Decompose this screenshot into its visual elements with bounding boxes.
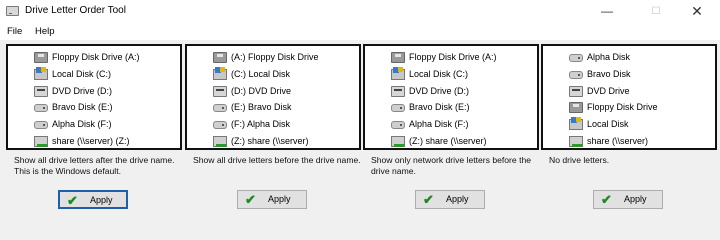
checkmark-icon: ✔ — [67, 193, 78, 208]
drive-label: (Z:) share (\\server) — [231, 136, 309, 146]
floppy-icon — [569, 102, 583, 114]
disk-icon — [569, 70, 583, 79]
drive-label: DVD Drive — [587, 85, 630, 96]
floppy-icon — [34, 52, 48, 63]
minimize-button[interactable]: — — [592, 2, 622, 21]
option-description: Show all drive letters after the drive n… — [14, 155, 175, 176]
network-share-icon — [391, 136, 405, 147]
drive-label: Floppy Disk Drive (A:) — [52, 52, 140, 62]
drive-label: Local Disk — [587, 119, 629, 130]
maximize-button[interactable]: ☐ — [641, 2, 671, 21]
checkmark-icon: ✔ — [245, 192, 256, 207]
apply-button[interactable]: ✔ Apply — [237, 190, 307, 209]
drive-label: (D:) DVD Drive — [231, 85, 291, 96]
floppy-icon — [391, 52, 405, 63]
apply-button-label: Apply — [268, 194, 291, 204]
drive-label: Bravo Disk — [587, 68, 631, 79]
apply-button-label: Apply — [90, 195, 113, 205]
apply-button[interactable]: ✔ Apply — [593, 190, 663, 209]
dvd-drive-icon — [213, 85, 227, 97]
drive-label: share (\\server) — [587, 136, 649, 146]
drive-label: DVD Drive (D:) — [52, 85, 112, 96]
local-disk-icon — [391, 66, 405, 80]
network-share-icon — [34, 136, 48, 147]
floppy-icon — [213, 52, 227, 63]
menu-help[interactable]: Help — [35, 26, 55, 37]
local-disk-icon — [213, 66, 227, 80]
option-description: No drive letters. — [549, 155, 610, 165]
menu-bar: File Help — [0, 24, 720, 40]
network-share-icon — [213, 136, 227, 147]
local-disk-icon — [34, 66, 48, 80]
disk-icon — [34, 104, 48, 113]
apply-button[interactable]: ✔ Apply — [415, 190, 485, 209]
disk-icon — [213, 104, 227, 113]
drive-label: Floppy Disk Drive (A:) — [409, 52, 497, 62]
network-share-icon — [569, 136, 583, 147]
close-button[interactable]: ✕ — [682, 2, 712, 21]
drive-label: Bravo Disk (E:) — [52, 102, 113, 113]
local-disk-icon — [569, 117, 583, 131]
drive-label: (A:) Floppy Disk Drive — [231, 52, 319, 62]
drive-list-panel-4: Alpha Disk Bravo Disk DVD Drive Floppy Disk… — [541, 44, 717, 150]
apply-button-label: Apply — [624, 194, 647, 204]
window-title: Drive Letter Order Tool — [25, 5, 126, 16]
drive-label: Alpha Disk (F:) — [52, 119, 112, 130]
disk-icon — [213, 121, 227, 130]
menu-file[interactable]: File — [7, 26, 22, 37]
disk-icon — [391, 104, 405, 113]
drive-label: Local Disk (C:) — [409, 68, 469, 79]
dvd-drive-icon — [391, 85, 405, 97]
drive-label: (E:) Bravo Disk — [231, 102, 292, 113]
dvd-drive-icon — [34, 85, 48, 97]
drive-list-panel-3: Floppy Disk Drive (A:) Local Disk (C:) DVD… — [363, 44, 539, 150]
checkmark-icon: ✔ — [601, 192, 612, 207]
disk-icon — [34, 121, 48, 130]
drive-label: (C:) Local Disk — [231, 68, 291, 79]
disk-icon — [569, 54, 583, 62]
apply-button[interactable]: ✔ Apply — [58, 190, 128, 209]
drive-list-panel-1: Floppy Disk Drive (A:) Local Disk (C:) DVD… — [6, 44, 182, 150]
drive-label: Local Disk (C:) — [52, 68, 112, 79]
option-description: Show only network drive letters before t… — [371, 155, 532, 176]
dvd-drive-icon — [569, 85, 583, 97]
drive-label: (F:) Alpha Disk — [231, 119, 291, 130]
drive-label: share (\\server) (Z:) — [52, 136, 130, 146]
drive-label: DVD Drive (D:) — [409, 85, 469, 96]
disk-icon — [391, 121, 405, 130]
apply-button-label: Apply — [446, 194, 469, 204]
option-description: Show all drive letters before the drive … — [193, 155, 361, 165]
drive-label: Alpha Disk — [587, 52, 631, 62]
app-drive-icon — [6, 6, 19, 16]
title-bar: Drive Letter Order Tool — ☐ ✕ — [0, 0, 720, 24]
drive-label: Floppy Disk Drive — [587, 102, 658, 113]
drive-label: Alpha Disk (F:) — [409, 119, 469, 130]
drive-list-panel-2: (A:) Floppy Disk Drive (C:) Local Disk (D:… — [185, 44, 361, 150]
drive-label: (Z:) share (\\server) — [409, 136, 487, 146]
drive-label: Bravo Disk (E:) — [409, 102, 470, 113]
checkmark-icon: ✔ — [423, 192, 434, 207]
